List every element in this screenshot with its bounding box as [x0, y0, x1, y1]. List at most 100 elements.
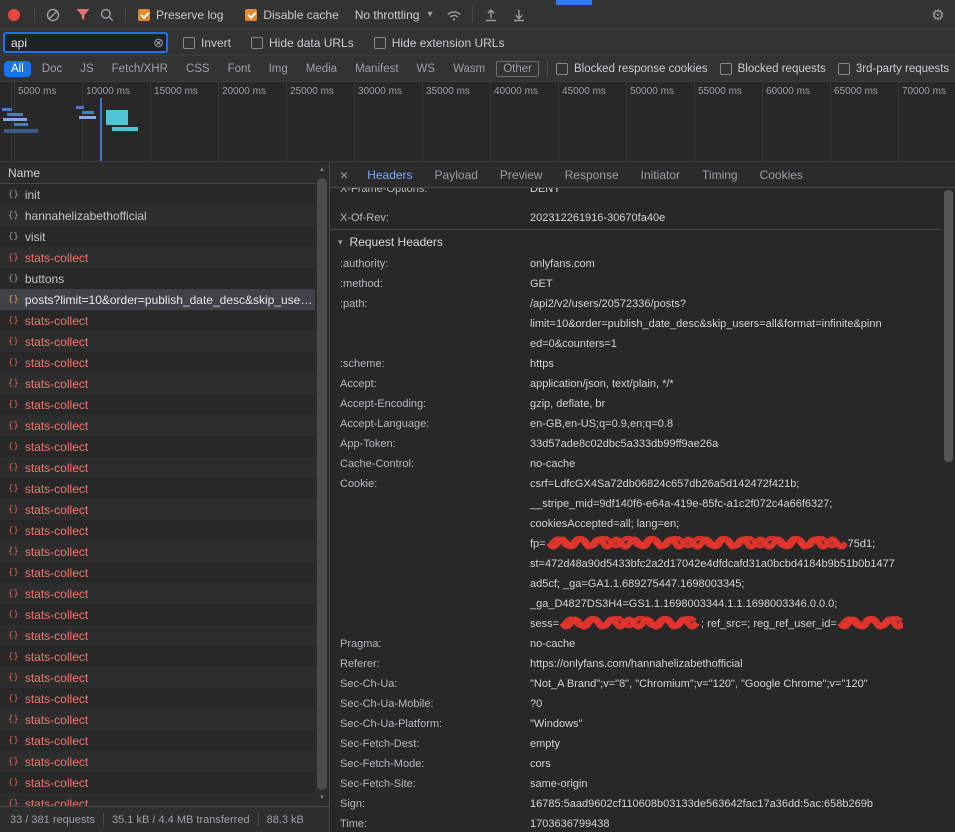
request-row[interactable]: {} stats-collect [0, 352, 315, 373]
header-value: "Windows" [530, 714, 941, 734]
timeline-overview[interactable]: 5000 ms10000 ms15000 ms20000 ms25000 ms3… [0, 82, 955, 162]
request-row[interactable]: {} stats-collect [0, 793, 315, 806]
network-conditions-button[interactable] [444, 5, 464, 25]
request-row[interactable]: {} stats-collect [0, 604, 315, 625]
details-tab[interactable]: Timing [691, 162, 749, 188]
block-circle-icon [45, 7, 61, 23]
type-filter-pill[interactable]: Doc [35, 61, 69, 77]
details-tab[interactable]: Preview [489, 162, 554, 188]
scroll-down-icon[interactable]: ▾ [315, 792, 329, 804]
timeline-label: 10000 ms [82, 86, 150, 97]
request-type-icon: {} [8, 589, 19, 599]
request-row[interactable]: {} stats-collect [0, 730, 315, 751]
request-row[interactable]: {} stats-collect [0, 373, 315, 394]
request-row[interactable]: {} stats-collect [0, 562, 315, 583]
details-tab[interactable]: Payload [424, 162, 489, 188]
import-har-button[interactable] [509, 5, 529, 25]
request-row[interactable]: {} posts?limit=10&order=publish_date_des… [0, 289, 315, 310]
request-row[interactable]: {} stats-collect [0, 772, 315, 793]
request-row[interactable]: {} visit [0, 226, 315, 247]
request-row[interactable]: {} stats-collect [0, 247, 315, 268]
hide-data-urls-checkbox[interactable]: Hide data URLs [251, 36, 354, 50]
request-row[interactable]: {} stats-collect [0, 667, 315, 688]
request-row[interactable]: {} hannahelizabethofficial [0, 205, 315, 226]
type-filter-pill[interactable]: Wasm [446, 61, 492, 77]
request-row[interactable]: {} stats-collect [0, 625, 315, 646]
header-value: cors [530, 754, 941, 774]
type-filter-pill[interactable]: Manifest [348, 61, 405, 77]
details-tab[interactable]: Headers [356, 162, 423, 188]
extra-filter-checkboxes: Blocked response cookies Blocked request… [556, 63, 949, 75]
type-filter-pill[interactable]: CSS [179, 61, 217, 77]
search-button[interactable] [97, 5, 117, 25]
request-headers-section-toggle[interactable]: ▾ Request Headers [330, 229, 941, 254]
name-column-header[interactable]: Name [0, 162, 329, 184]
record-button[interactable] [0, 5, 20, 25]
request-row[interactable]: {} stats-collect [0, 394, 315, 415]
type-filter-pill[interactable]: JS [73, 61, 100, 77]
filter-toggle-button[interactable] [73, 5, 93, 25]
checkbox-icon [838, 63, 850, 75]
request-type-icon: {} [8, 631, 19, 641]
request-row[interactable]: {} stats-collect [0, 646, 315, 667]
request-row[interactable]: {} stats-collect [0, 709, 315, 730]
header-row: Sec-Fetch-Mode: cors [330, 754, 941, 774]
close-details-icon[interactable]: × [330, 167, 356, 183]
type-filter-pill[interactable]: Img [262, 61, 295, 77]
type-filter-pill[interactable]: WS [410, 61, 443, 77]
type-filter-pill[interactable]: Media [299, 61, 344, 77]
type-filter-pill[interactable]: Other [496, 61, 539, 77]
request-row[interactable]: {} stats-collect [0, 583, 315, 604]
request-row[interactable]: {} stats-collect [0, 331, 315, 352]
scrollbar-thumb[interactable] [317, 178, 327, 790]
invert-checkbox[interactable]: Invert [183, 36, 231, 50]
request-row[interactable]: {} stats-collect [0, 310, 315, 331]
request-list-scrollbar[interactable]: ▴ ▾ [315, 162, 329, 806]
filter-input[interactable] [4, 33, 167, 52]
request-name: hannahelizabethofficial [25, 209, 147, 223]
request-row[interactable]: {} stats-collect [0, 478, 315, 499]
network-filter-checkbox[interactable]: Blocked requests [720, 63, 826, 75]
request-name: stats-collect [25, 545, 88, 559]
request-row[interactable]: {} init [0, 184, 315, 205]
request-row[interactable]: {} buttons [0, 268, 315, 289]
hide-extension-urls-checkbox[interactable]: Hide extension URLs [374, 36, 505, 50]
clear-filter-icon[interactable]: ⊗ [153, 35, 164, 50]
type-filter-pill[interactable]: Fetch/XHR [105, 61, 175, 77]
settings-gear-icon[interactable]: ⚙ [927, 4, 949, 26]
scrollbar-thumb[interactable] [944, 190, 953, 462]
request-name: stats-collect [25, 398, 88, 412]
request-row[interactable]: {} stats-collect [0, 415, 315, 436]
header-row: :authority: onlyfans.com [330, 254, 941, 274]
request-name: stats-collect [25, 713, 88, 727]
preserve-log-checkbox[interactable]: Preserve log [138, 8, 223, 22]
request-row[interactable]: {} stats-collect [0, 688, 315, 709]
details-scrollbar[interactable] [941, 188, 955, 832]
clear-network-log-button[interactable] [43, 5, 63, 25]
request-row[interactable]: {} stats-collect [0, 751, 315, 772]
request-row[interactable]: {} stats-collect [0, 541, 315, 562]
request-row[interactable]: {} stats-collect [0, 499, 315, 520]
download-icon [511, 7, 527, 23]
scroll-up-icon[interactable]: ▴ [315, 164, 329, 176]
request-type-icon: {} [8, 505, 19, 515]
request-row[interactable]: {} stats-collect [0, 520, 315, 541]
type-filter-pill[interactable]: Font [221, 61, 258, 77]
details-tab[interactable]: Response [554, 162, 630, 188]
header-row: X-Of-Rev: 202312261916-30670fa40e [330, 208, 941, 228]
request-row[interactable]: {} stats-collect [0, 436, 315, 457]
timeline-labels: 5000 ms10000 ms15000 ms20000 ms25000 ms3… [14, 86, 955, 97]
details-tab[interactable]: Cookies [749, 162, 814, 188]
request-row[interactable]: {} stats-collect [0, 457, 315, 478]
checkbox-icon [183, 37, 195, 49]
throttling-select[interactable]: No throttling ▾ [355, 8, 433, 22]
header-row: Referer: https://onlyfans.com/hannaheliz… [330, 654, 941, 674]
network-filter-checkbox[interactable]: 3rd-party requests [838, 63, 949, 75]
network-filter-checkbox[interactable]: Blocked response cookies [556, 63, 708, 75]
export-har-button[interactable] [481, 5, 501, 25]
disable-cache-checkbox[interactable]: Disable cache [245, 8, 338, 22]
header-name: Sec-Ch-Ua: [340, 674, 530, 694]
waterfall-bar [112, 127, 138, 131]
type-filter-pill[interactable]: All [4, 61, 31, 77]
details-tab[interactable]: Initiator [630, 162, 691, 188]
